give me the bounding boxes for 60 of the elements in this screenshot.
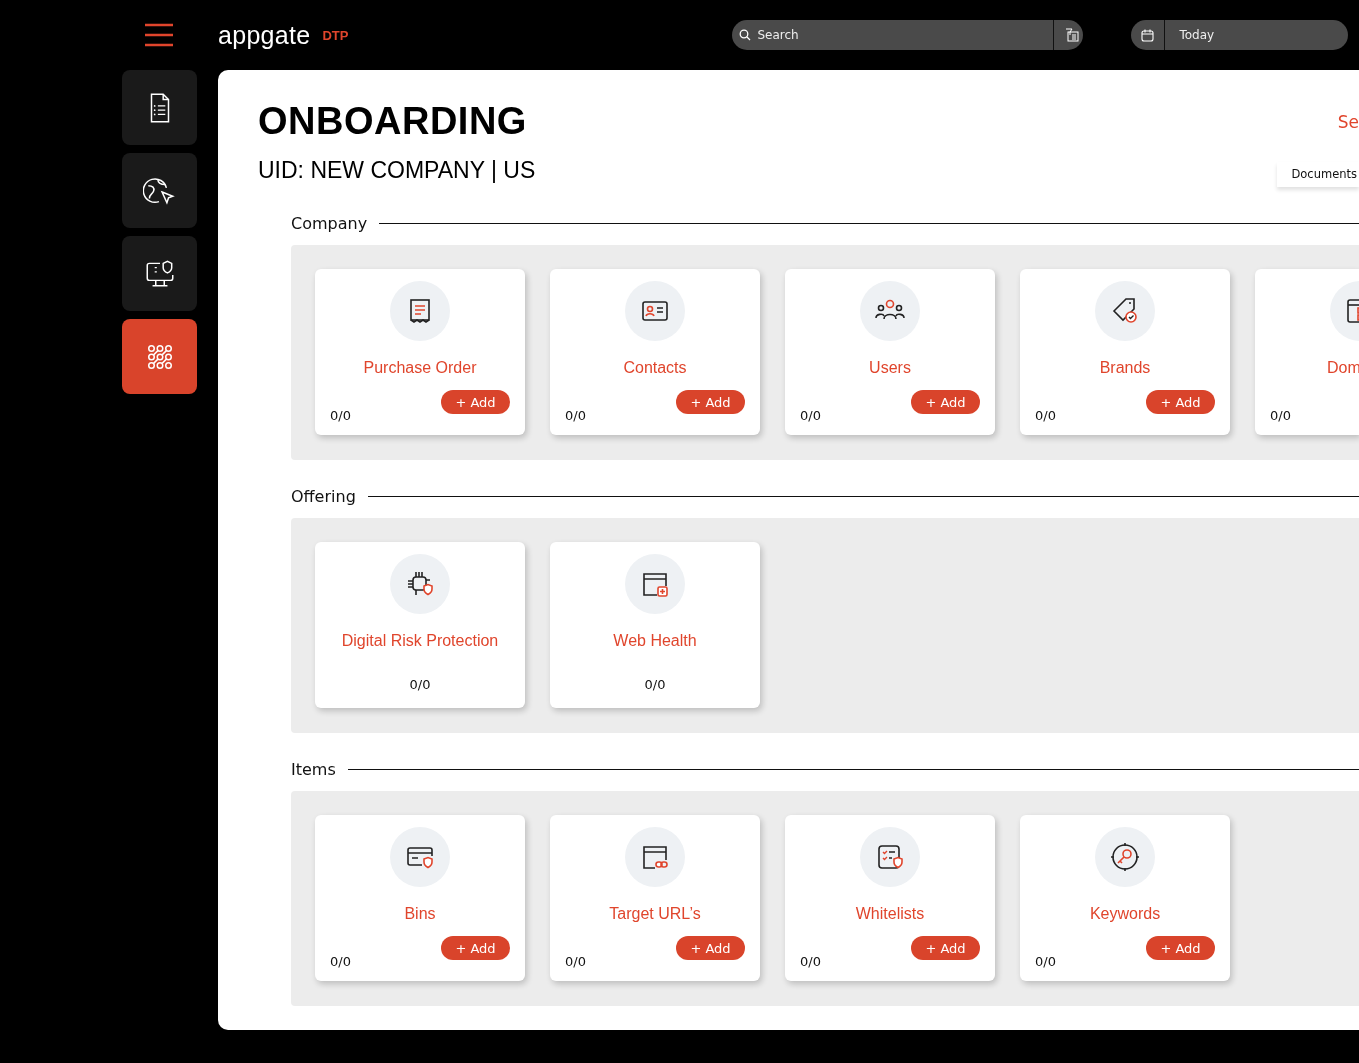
add-button[interactable]: + Add (441, 936, 510, 960)
section-label: Company (291, 213, 368, 233)
card-title: Brands (1099, 359, 1151, 377)
item-card[interactable]: Bins 0/0 + Add (315, 815, 525, 981)
section-label: Offering (291, 486, 356, 506)
add-button[interactable]: + Add (1146, 390, 1215, 414)
add-button[interactable]: + Add (911, 936, 980, 960)
item-count: 0/0 (565, 954, 586, 970)
page-title: ONBOARDING (258, 100, 528, 143)
item-card[interactable]: Purchase Order 0/0 + Add (315, 269, 525, 435)
item-card[interactable]: Dom 0/0 (1255, 269, 1359, 435)
card-title: Digital Risk Protection (341, 632, 499, 650)
page-subtitle: UID: NEW COMPANY | US (258, 157, 536, 184)
card-title: Users (869, 359, 911, 377)
logo-suffix: DTP (322, 27, 349, 43)
item-count: 0/0 (1035, 408, 1056, 424)
item-card[interactable]: Brands 0/0 + Add (1020, 269, 1230, 435)
nav-button[interactable] (122, 153, 197, 228)
card-title: Dom (1327, 359, 1359, 377)
calendar-icon (1141, 28, 1155, 42)
item-card[interactable]: Whitelists 0/0 + Add (785, 815, 995, 981)
add-button[interactable]: + Add (676, 390, 745, 414)
search-icon (739, 29, 752, 41)
card-title: Target URL’s (609, 905, 701, 923)
search-field[interactable]: Search (732, 20, 1084, 50)
header-link[interactable]: Se (1337, 112, 1359, 132)
menu-icon[interactable] (145, 23, 173, 47)
add-button[interactable]: + Add (1146, 936, 1215, 960)
item-card[interactable]: Target URL’s 0/0 + Add (550, 815, 760, 981)
item-count: 0/0 (565, 408, 586, 424)
card-title: Bins (404, 905, 436, 923)
item-count: 0/0 (800, 954, 821, 970)
item-count: 0/0 (800, 408, 821, 424)
search-input[interactable]: Search (751, 27, 1054, 43)
item-count: 0/0 (1035, 954, 1056, 970)
card-title: Web Health (613, 632, 697, 650)
card-title: Whitelists (855, 905, 925, 923)
item-card[interactable]: Digital Risk Protection 0/0 (315, 542, 525, 708)
date-field[interactable]: Today (1131, 20, 1349, 50)
nav-button[interactable] (122, 70, 197, 145)
item-card[interactable]: Keywords 0/0 + Add (1020, 815, 1230, 981)
add-button[interactable]: + Add (911, 390, 980, 414)
item-count: 0/0 (330, 408, 351, 424)
add-button[interactable]: + Add (441, 390, 510, 414)
item-count: 0/0 (330, 954, 351, 970)
item-count: 0/0 (644, 677, 666, 693)
item-count: 0/0 (409, 677, 431, 693)
card-title: Keywords (1089, 905, 1161, 923)
nav-button[interactable] (122, 236, 197, 311)
logo-text: appgate (218, 20, 311, 50)
section-label: Items (291, 759, 336, 779)
item-card[interactable]: Web Health 0/0 (550, 542, 760, 708)
card-title: Contacts (623, 359, 687, 377)
card-title: Purchase Order (363, 359, 477, 377)
documents-tab[interactable]: Documents (1277, 162, 1359, 187)
item-card[interactable]: Users 0/0 + Add (785, 269, 995, 435)
key-circle-icon (1109, 841, 1141, 873)
item-count: 0/0 (1270, 408, 1291, 424)
item-card[interactable]: Contacts 0/0 + Add (550, 269, 760, 435)
add-button[interactable]: + Add (676, 936, 745, 960)
